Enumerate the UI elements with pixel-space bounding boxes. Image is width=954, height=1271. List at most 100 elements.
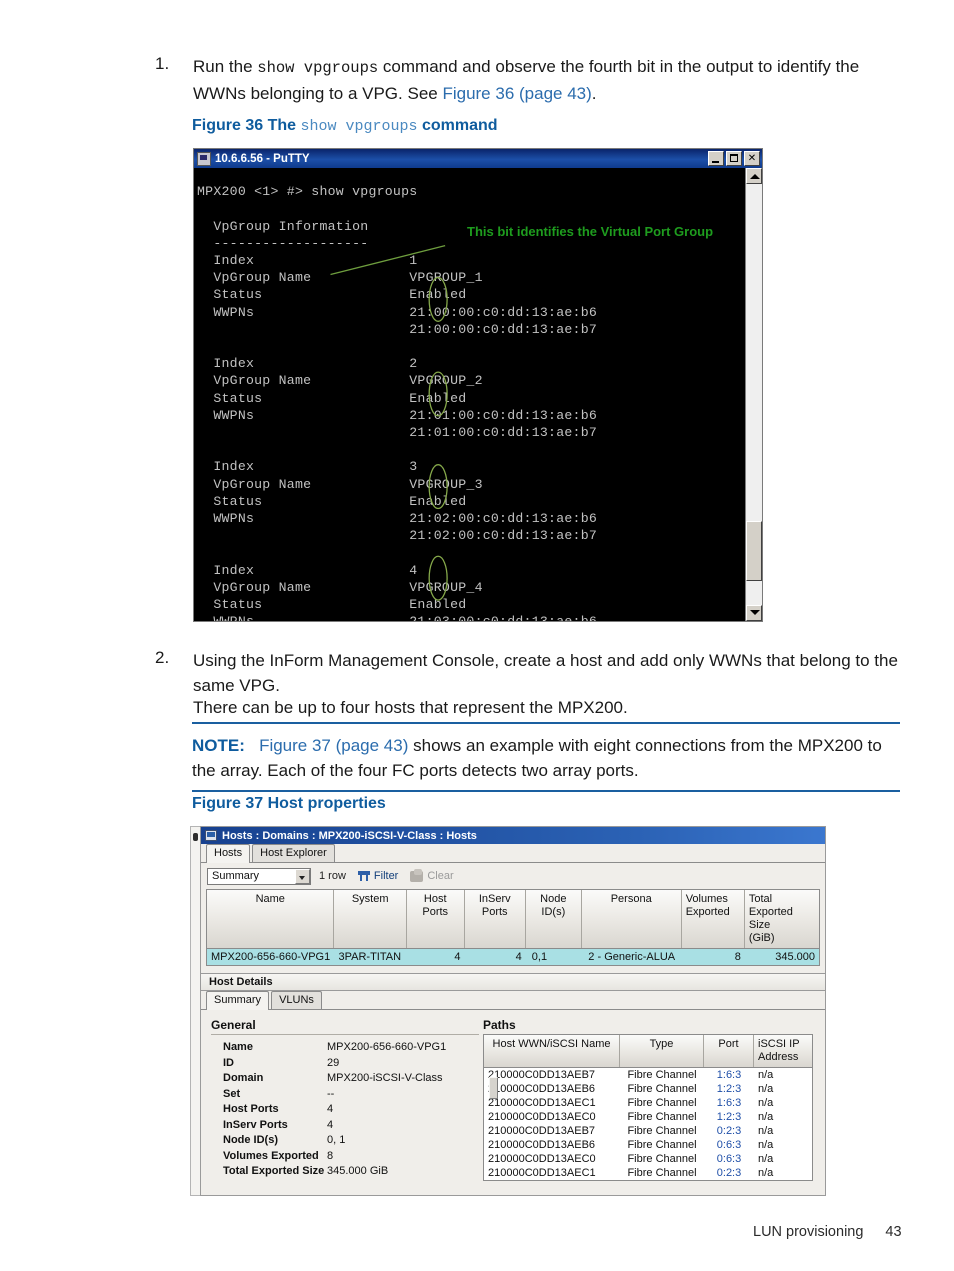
column-header-volumes-exported[interactable]: Volumes Exported xyxy=(682,890,745,948)
paths-row[interactable]: 210000C0DD13AEB7 Fibre Channel 0:2:3 n/a xyxy=(484,1124,812,1138)
hosts-grid-header: Name System Host Ports InServ Ports Node… xyxy=(207,890,819,949)
tab-vluns[interactable]: VLUNs xyxy=(271,991,322,1009)
figure-37-xref-link[interactable]: Figure 37 (page 43) xyxy=(259,736,408,755)
tab-summary[interactable]: Summary xyxy=(206,991,270,1010)
general-value-node-ids: 0, 1 xyxy=(327,1134,346,1146)
paths-row[interactable]: 210000C0DD13AEC0 Fibre Channel 1:2:3 n/a xyxy=(484,1110,812,1124)
paths-cell-port: 0:2:3 xyxy=(716,1167,742,1179)
terminal-output: MPX200 <1> #> show vpgroups VpGroup Info… xyxy=(197,184,598,621)
paths-cell-type: Fibre Channel xyxy=(627,1139,697,1151)
hosts-grid[interactable]: Name System Host Ports InServ Ports Node… xyxy=(206,889,820,966)
paths-panel: Paths Host WWN/iSCSI Name Type Port iSCS… xyxy=(483,1018,813,1181)
paths-table-header: Host WWN/iSCSI Name Type Port iSCSI IP A… xyxy=(484,1035,812,1068)
step-1-number: 1. xyxy=(155,54,170,73)
terminal-scrollbar[interactable] xyxy=(745,168,762,621)
general-row-total-exported-size: Total Exported Size 345.000 GiB xyxy=(211,1164,479,1180)
scroll-up-arrow-icon[interactable] xyxy=(746,168,762,184)
cell-total-exported-size: 345.000 xyxy=(775,951,816,963)
table-row[interactable]: MPX200-656-660-VPG1 3PAR-TITAN 4 4 0,1 2… xyxy=(207,949,819,965)
general-row-set: Set -- xyxy=(211,1087,479,1103)
host-window-titlebar[interactable]: Hosts : Domains : MPX200-iSCSI-V-Class :… xyxy=(201,827,825,844)
paths-column-header-port[interactable]: Port xyxy=(704,1035,754,1067)
hosts-toolbar[interactable]: Summary 1 row Filter Clear xyxy=(201,863,825,889)
window-controls[interactable]: ✕ xyxy=(708,151,760,166)
paths-column-header-iscsi-ip[interactable]: iSCSI IP Address xyxy=(754,1035,812,1067)
paths-cell-wwn: 210000C0DD13AEC0 xyxy=(488,1153,596,1165)
eraser-icon xyxy=(410,868,424,882)
general-key-volumes-exported: Volumes Exported xyxy=(223,1149,319,1162)
filter-button[interactable]: Filter xyxy=(357,870,399,882)
filter-button-label: Filter xyxy=(373,870,399,882)
close-icon[interactable]: ✕ xyxy=(744,151,760,166)
detail-tabstrip[interactable]: Summary VLUNs xyxy=(201,991,825,1010)
paths-cell-type: Fibre Channel xyxy=(627,1069,697,1081)
row-count-label: 1 row xyxy=(319,870,346,882)
main-tabstrip[interactable]: Hosts Host Explorer xyxy=(201,844,825,863)
paths-row[interactable]: 210000C0DD13AEB6 Fibre Channel 1:2:3 n/a xyxy=(484,1082,812,1096)
paths-cell-type: Fibre Channel xyxy=(627,1153,697,1165)
footer-section: LUN provisioning xyxy=(753,1224,864,1240)
general-row-host-ports: Host Ports 4 xyxy=(211,1102,479,1118)
column-header-system[interactable]: System xyxy=(334,890,407,948)
putty-terminal-window[interactable]: 10.6.6.56 - PuTTY ✕ MPX200 <1> #> show v… xyxy=(193,148,763,622)
step-2: 2. Using the InForm Management Console, … xyxy=(155,648,900,698)
general-panel-title: General xyxy=(211,1018,256,1032)
general-row-volumes-exported: Volumes Exported 8 xyxy=(211,1149,479,1165)
paths-cell-port: 1:2:3 xyxy=(716,1111,742,1123)
paths-cell-port: 1:6:3 xyxy=(716,1097,742,1109)
column-header-total-exported-size[interactable]: Total Exported Size (GiB) xyxy=(745,890,819,948)
paths-row[interactable]: 210000C0DD13AEB7 Fibre Channel 1:6:3 n/a xyxy=(484,1068,812,1082)
tab-hosts[interactable]: Hosts xyxy=(206,844,251,863)
paths-cell-ip: n/a xyxy=(758,1069,774,1081)
maximize-icon[interactable] xyxy=(726,151,742,166)
column-header-name[interactable]: Name xyxy=(207,890,335,948)
putty-titlebar[interactable]: 10.6.6.56 - PuTTY ✕ xyxy=(194,149,762,168)
putty-window-title: 10.6.6.56 - PuTTY xyxy=(215,152,310,165)
paths-row[interactable]: 210000C0DD13AEC1 Fibre Channel 1:6:3 n/a xyxy=(484,1096,812,1110)
chevron-down-icon[interactable] xyxy=(295,868,310,884)
scroll-down-arrow-icon[interactable] xyxy=(746,605,762,621)
minimize-icon[interactable] xyxy=(708,151,724,166)
paths-cell-wwn: 210000C0DD13AEC1 xyxy=(488,1167,596,1179)
paths-table[interactable]: Host WWN/iSCSI Name Type Port iSCSI IP A… xyxy=(483,1034,813,1181)
window-edge-marker-icon xyxy=(193,833,198,841)
host-details-band: Host Details xyxy=(201,973,825,991)
host-window-title: Hosts : Domains : MPX200-iSCSI-V-Class :… xyxy=(222,829,477,842)
paths-column-header-wwn[interactable]: Host WWN/iSCSI Name xyxy=(484,1035,620,1067)
paths-cell-type: Fibre Channel xyxy=(627,1111,697,1123)
figure-36-caption-suffix: command xyxy=(417,117,498,134)
paths-cell-ip: n/a xyxy=(758,1111,774,1123)
host-window-left-edge xyxy=(190,826,200,1196)
column-header-host-ports[interactable]: Host Ports xyxy=(407,890,465,948)
cell-volumes-exported: 8 xyxy=(734,951,741,963)
column-header-node-ids[interactable]: Node ID(s) xyxy=(526,890,582,948)
note-text: NOTE: Figure 37 (page 43) shows an examp… xyxy=(192,724,900,790)
general-key-name: Name xyxy=(223,1041,253,1053)
step-2-text: Using the InForm Management Console, cre… xyxy=(193,651,898,695)
general-key-set: Set xyxy=(223,1087,241,1100)
figure-36-caption: Figure 36 The show vpgroups command xyxy=(192,117,498,135)
paths-cell-ip: n/a xyxy=(758,1153,774,1165)
general-value-name: MPX200-656-660-VPG1 xyxy=(327,1041,447,1053)
computer-icon xyxy=(205,830,217,841)
paths-row[interactable]: 210000C0DD13AEC0 Fibre Channel 0:6:3 n/a xyxy=(484,1152,812,1166)
cell-system: 3PAR-TITAN xyxy=(338,951,402,963)
step-1: 1. Run the show vpgroups command and obs… xyxy=(155,54,895,106)
general-value-id: 29 xyxy=(327,1056,340,1069)
scrollbar-thumb[interactable] xyxy=(746,521,762,581)
details-scrollbar-thumb[interactable] xyxy=(489,1077,498,1099)
general-row-id: ID 29 xyxy=(211,1056,479,1072)
step-1-code: show vpgroups xyxy=(257,59,379,77)
clear-button[interactable]: Clear xyxy=(410,868,454,882)
view-select[interactable]: Summary xyxy=(207,867,311,885)
paths-row[interactable]: 210000C0DD13AEB6 Fibre Channel 0:6:3 n/a xyxy=(484,1138,812,1152)
column-header-inserv-ports[interactable]: InServ Ports xyxy=(465,890,526,948)
general-panel: General Name MPX200-656-660-VPG1 ID 29 D… xyxy=(211,1018,479,1181)
figure-36-xref-link[interactable]: Figure 36 (page 43) xyxy=(442,84,591,103)
host-properties-window[interactable]: Hosts : Domains : MPX200-iSCSI-V-Class :… xyxy=(200,826,826,1196)
tab-host-explorer[interactable]: Host Explorer xyxy=(252,844,335,862)
column-header-persona[interactable]: Persona xyxy=(582,890,682,948)
putty-terminal-body[interactable]: MPX200 <1> #> show vpgroups VpGroup Info… xyxy=(194,168,762,621)
paths-row[interactable]: 210000C0DD13AEC1 Fibre Channel 0:2:3 n/a xyxy=(484,1166,812,1180)
paths-column-header-type[interactable]: Type xyxy=(620,1035,704,1067)
